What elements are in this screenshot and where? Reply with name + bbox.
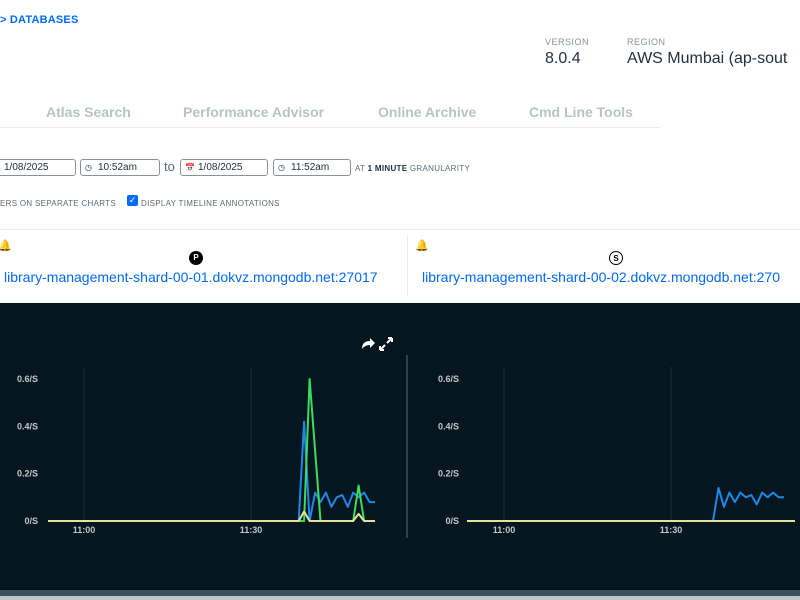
start-date-input[interactable]: 📅1/08/2025: [0, 159, 76, 176]
calendar-icon: 📅: [0, 163, 1, 172]
y-tick-label: 0.4/S: [438, 421, 459, 431]
calendar-icon: 📅: [185, 163, 195, 172]
separate-charts-option[interactable]: ERS ON SEPARATE CHARTS: [0, 199, 116, 208]
granularity-value: 1 MINUTE: [367, 164, 408, 173]
version-value: 8.0.4: [545, 50, 581, 67]
start-time-input[interactable]: ◷ 10:52am: [80, 159, 160, 176]
primary-badge: P: [189, 251, 203, 265]
host-divider: [407, 236, 408, 296]
tab-online-archive[interactable]: Online Archive: [378, 104, 476, 120]
timeline-annotations-checkbox[interactable]: ✓: [127, 195, 138, 206]
x-tick-label: 11:00: [493, 525, 516, 535]
region-label: REGION: [627, 37, 666, 47]
x-tick-label: 11:30: [240, 525, 263, 535]
end-date-input[interactable]: 📅 1/08/2025: [180, 159, 268, 176]
secondary-badge: S: [609, 251, 623, 265]
tab-underline: [0, 127, 660, 128]
tab-cmd-line-tools[interactable]: Cmd Line Tools: [529, 104, 633, 120]
host-link-primary[interactable]: library-management-shard-00-01.dokvz.mon…: [4, 269, 378, 285]
series-line: [48, 378, 366, 522]
series-line: [467, 486, 785, 522]
bell-icon[interactable]: 🔔: [415, 239, 429, 252]
x-tick-label: 11:30: [660, 525, 683, 535]
tab-bar: Atlas Search Performance Advisor Online …: [0, 98, 800, 128]
y-tick-label: 0.6/S: [17, 374, 38, 384]
bell-icon[interactable]: 🔔: [0, 239, 12, 252]
end-time-value: 11:52am: [291, 162, 330, 173]
granularity-suffix: GRANULARITY: [409, 164, 471, 173]
expand-icon[interactable]: [379, 337, 393, 351]
host-link-secondary[interactable]: library-management-shard-00-02.dokvz.mon…: [422, 269, 780, 285]
end-date-value: 1/08/2025: [198, 162, 243, 173]
timeline-annotations-label[interactable]: DISPLAY TIMELINE ANNOTATIONS: [141, 199, 280, 208]
region-value: AWS Mumbai (ap-sout: [627, 50, 788, 67]
scroll-track[interactable]: [0, 596, 800, 600]
y-tick-label: 0/S: [445, 516, 459, 526]
clock-icon: ◷: [85, 163, 92, 172]
y-tick-label: 0.2/S: [438, 469, 459, 479]
series-line: [48, 420, 375, 522]
start-date-value: 1/08/2025: [4, 162, 49, 173]
granularity-prefix: AT: [355, 164, 366, 173]
breadcrumb[interactable]: > DATABASES: [0, 14, 79, 26]
clock-icon: ◷: [278, 163, 285, 172]
tab-performance-advisor[interactable]: Performance Advisor: [183, 104, 324, 120]
y-tick-label: 0.2/S: [17, 469, 38, 479]
granularity-selector[interactable]: AT 1 MINUTE GRANULARITY: [355, 164, 470, 173]
start-time-value: 10:52am: [98, 162, 137, 173]
end-time-input[interactable]: ◷ 11:52am: [273, 159, 351, 176]
y-tick-label: 0.6/S: [438, 374, 459, 384]
y-tick-label: 0/S: [24, 516, 38, 526]
x-tick-label: 11:00: [73, 525, 96, 535]
version-label: VERSION: [545, 37, 590, 47]
charts-svg: 0.6/S 0.4/S 0.2/S 0/S 11:00 11:30 0.6/S 0.4/S 0.…: [17, 337, 795, 538]
y-tick-label: 0.4/S: [17, 421, 38, 431]
tab-atlas-search[interactable]: Atlas Search: [46, 104, 131, 120]
section-divider: [0, 229, 800, 230]
to-label: to: [164, 159, 175, 174]
series-line: [48, 510, 375, 522]
chart-panel: 0.6/S 0.4/S 0.2/S 0/S 11:00 11:30 0.6/S 0.4/S 0.…: [0, 303, 800, 590]
share-icon[interactable]: [362, 338, 375, 349]
